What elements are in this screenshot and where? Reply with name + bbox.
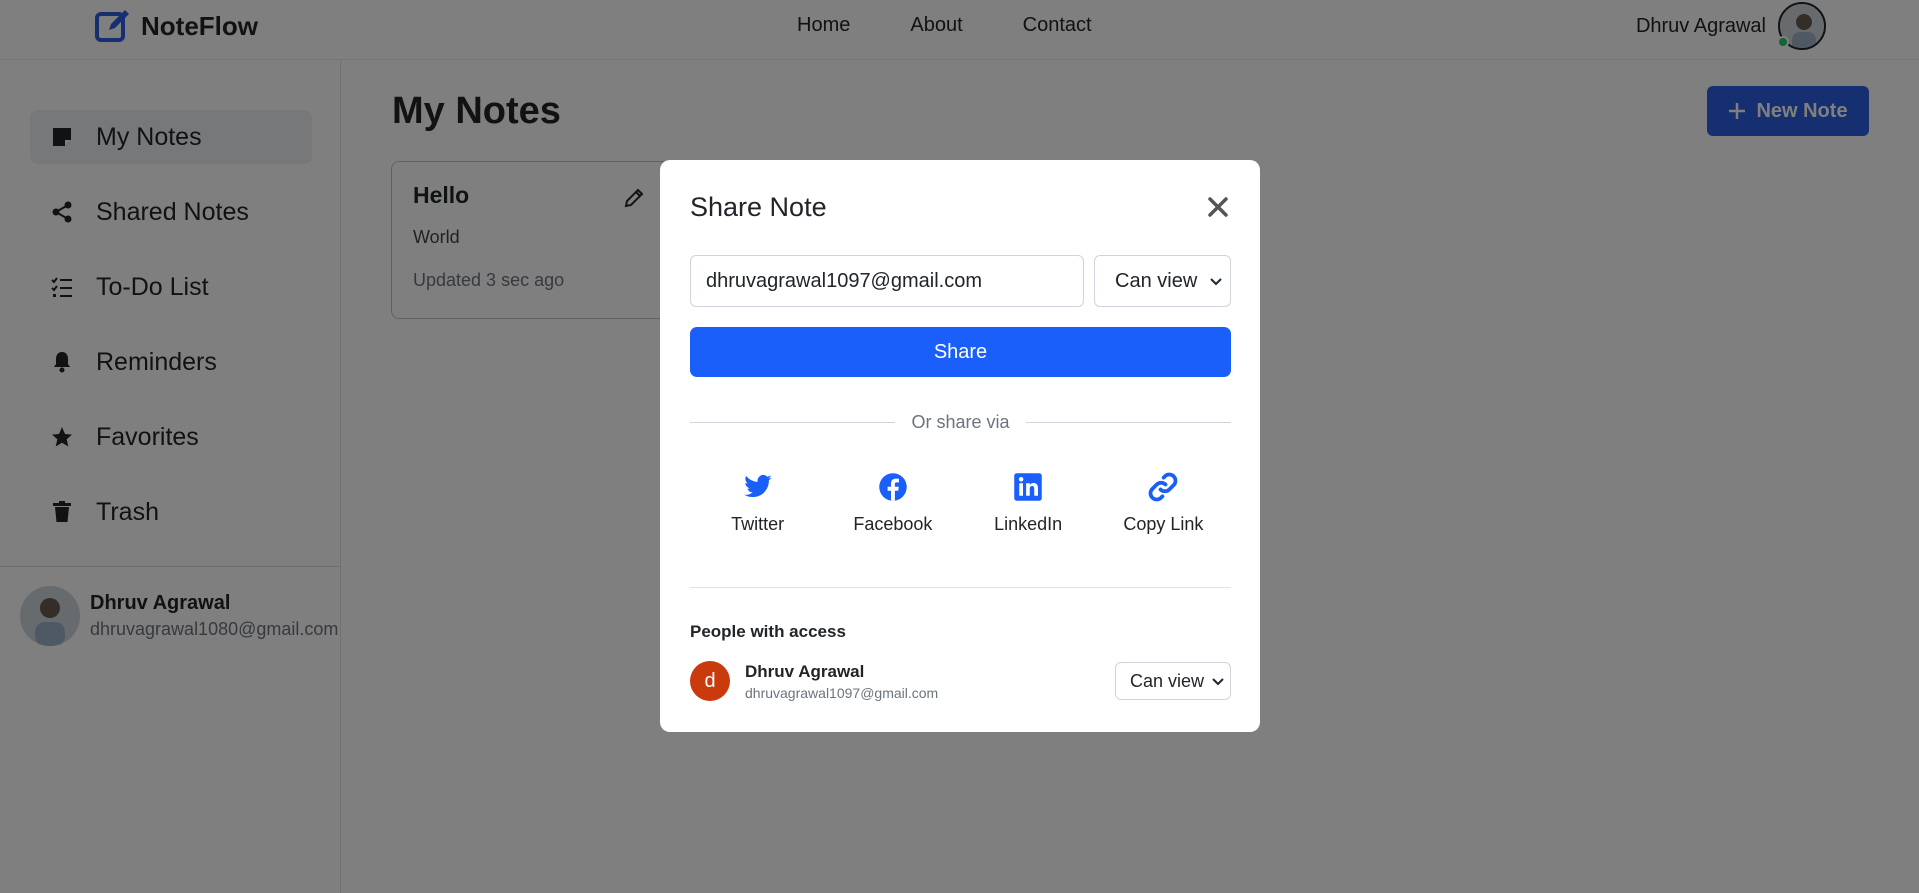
facebook-icon — [879, 473, 907, 501]
social-label: LinkedIn — [994, 514, 1063, 534]
copy-link-button[interactable]: Copy Link — [1103, 472, 1223, 535]
share-button[interactable]: Share — [690, 327, 1231, 377]
people-with-access-heading: People with access — [690, 622, 846, 641]
share-via-divider: Or share via — [690, 410, 1232, 434]
share-facebook-button[interactable]: Facebook — [833, 472, 953, 535]
linkedin-icon — [1014, 473, 1042, 501]
share-email-input[interactable] — [690, 255, 1084, 307]
avatar: d — [690, 661, 730, 701]
social-label: Twitter — [731, 514, 785, 534]
divider-line — [690, 421, 896, 423]
link-icon — [1149, 472, 1178, 502]
social-share-options: Twitter Facebook LinkedIn Copy Link — [690, 472, 1231, 535]
share-linkedin-button[interactable]: LinkedIn — [968, 472, 1088, 535]
divider-line — [1025, 421, 1232, 423]
social-label: Copy Link — [1123, 514, 1204, 534]
permission-select-value: Can view — [1115, 269, 1198, 292]
section-divider — [690, 587, 1231, 588]
chevron-down-icon — [1210, 278, 1222, 286]
access-permission-select[interactable]: Can view — [1115, 662, 1231, 700]
chevron-down-icon — [1212, 678, 1224, 686]
twitter-icon — [743, 474, 772, 498]
share-twitter-button[interactable]: Twitter — [698, 472, 818, 535]
divider-text: Or share via — [911, 411, 1010, 432]
access-user-email: dhruvagrawal1097@gmail.com — [745, 685, 939, 701]
access-list-item: d Dhruv Agrawal dhruvagrawal1097@gmail.c… — [690, 660, 1231, 702]
access-user-name: Dhruv Agrawal — [745, 662, 865, 681]
social-label: Facebook — [853, 514, 933, 534]
close-icon[interactable] — [1206, 195, 1230, 219]
access-permission-value: Can view — [1130, 670, 1205, 691]
modal-title: Share Note — [690, 192, 827, 222]
permission-select[interactable]: Can view — [1094, 255, 1231, 307]
share-note-modal: Share Note Can view Share Or share via T… — [660, 160, 1260, 732]
